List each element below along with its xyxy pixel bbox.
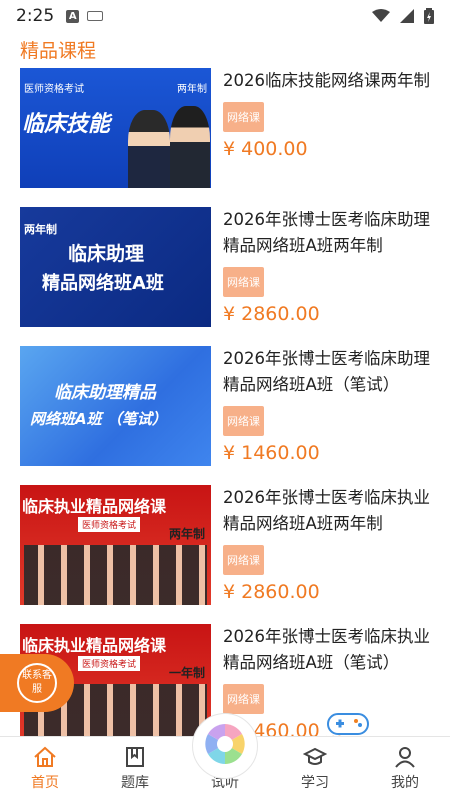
study-icon bbox=[303, 747, 327, 765]
course-title: 2026临床技能网络课两年制 bbox=[223, 71, 430, 90]
course-item[interactable]: 两年制 临床助理 精品网络班A班 2026年张博士医考临床助理精品网络班A班两年… bbox=[0, 207, 450, 346]
contact-service-label: 联系客服 bbox=[17, 663, 57, 703]
tab-label: 首页 bbox=[31, 775, 59, 791]
signal-icon bbox=[400, 9, 414, 23]
course-price: ¥ 1460.00 bbox=[223, 442, 320, 464]
tab-mine[interactable]: 我的 bbox=[360, 737, 450, 800]
aperture-icon bbox=[205, 724, 245, 764]
course-thumbnail: 临床执业精品网络课 医师资格考试 两年制 bbox=[20, 485, 211, 605]
user-icon bbox=[395, 747, 415, 768]
course-tag: 网络课 bbox=[223, 545, 264, 575]
a-icon: A bbox=[66, 9, 80, 23]
thumb-title: 临床执业精品网络课 bbox=[22, 497, 167, 516]
course-item[interactable]: 临床执业精品网络课 医师资格考试 两年制 2026年张博士医考临床执业精品网络班… bbox=[0, 485, 450, 624]
thumb-title: 临床技能 bbox=[22, 112, 111, 137]
course-tag: 网络课 bbox=[223, 684, 264, 714]
teachers-group-image bbox=[24, 545, 207, 605]
status-time: 2:25 bbox=[16, 6, 55, 26]
thumb-title: 临床助理 bbox=[68, 243, 145, 265]
course-price: ¥ 2860.00 bbox=[223, 303, 320, 325]
person-image bbox=[170, 106, 210, 188]
section-title: 精品课程 bbox=[20, 40, 97, 62]
tab-label: 我的 bbox=[391, 775, 419, 791]
home-icon bbox=[34, 746, 56, 767]
contact-service-button[interactable]: 联系客服 bbox=[0, 654, 74, 712]
course-price: ¥ 2860.00 bbox=[223, 581, 320, 603]
course-tag: 网络课 bbox=[223, 102, 264, 132]
tab-audition[interactable]: 试听 bbox=[180, 713, 270, 800]
bottom-tab-bar: 首页 题库 试听 学习 我的 bbox=[0, 713, 450, 800]
thumb-label: 医师资格考试 bbox=[24, 84, 84, 95]
course-price: ¥ 400.00 bbox=[223, 138, 308, 160]
battery-icon bbox=[424, 8, 434, 24]
thumb-label: 两年制 bbox=[168, 527, 205, 541]
thumb-label: 两年制 bbox=[177, 84, 207, 95]
tab-question-bank[interactable]: 题库 bbox=[90, 737, 180, 800]
course-title: 2026年张博士医考临床助理精品网络班A班两年制 bbox=[223, 210, 430, 255]
tab-home[interactable]: 首页 bbox=[0, 737, 90, 800]
course-title: 2026年张博士医考临床助理精品网络班A班（笔试） bbox=[223, 349, 430, 394]
thumb-title: 临床执业精品网络课 bbox=[22, 636, 167, 655]
tab-study[interactable]: 学习 bbox=[270, 737, 360, 800]
course-thumbnail: 临床助理精品 网络班A班 （笔试） bbox=[20, 346, 211, 466]
status-bar: 2:25 A bbox=[0, 0, 450, 32]
thumb-title: 临床助理精品 bbox=[54, 383, 156, 403]
person-image bbox=[128, 110, 170, 188]
course-thumbnail: 两年制 临床助理 精品网络班A班 bbox=[20, 207, 211, 327]
thumb-label: 一年制 bbox=[168, 666, 205, 680]
book-icon bbox=[126, 747, 144, 767]
course-item[interactable]: 医师资格考试 两年制 临床技能 2026临床技能网络课两年制 网络课 ¥ 400… bbox=[0, 68, 450, 207]
course-tag: 网络课 bbox=[223, 406, 264, 436]
thumb-title: 网络班A班 （笔试） bbox=[30, 410, 167, 428]
course-list: 医师资格考试 两年制 临床技能 2026临床技能网络课两年制 网络课 ¥ 400… bbox=[0, 68, 450, 763]
thumb-badge: 医师资格考试 bbox=[78, 517, 141, 532]
course-tag: 网络课 bbox=[223, 267, 264, 297]
course-title: 2026年张博士医考临床执业精品网络班A班两年制 bbox=[223, 488, 430, 533]
course-item[interactable]: 临床助理精品 网络班A班 （笔试） 2026年张博士医考临床助理精品网络班A班（… bbox=[0, 346, 450, 485]
course-thumbnail: 医师资格考试 两年制 临床技能 bbox=[20, 68, 211, 188]
course-title: 2026年张博士医考临床执业精品网络班A班（笔试） bbox=[223, 627, 430, 672]
thumb-label: 两年制 bbox=[24, 223, 57, 236]
aperture-button bbox=[192, 713, 258, 779]
tab-label: 题库 bbox=[121, 775, 149, 791]
keyboard-icon bbox=[87, 11, 104, 21]
tab-label: 学习 bbox=[301, 775, 329, 791]
wifi-icon bbox=[372, 9, 390, 22]
thumb-title: 精品网络班A班 bbox=[42, 273, 164, 294]
thumb-badge: 医师资格考试 bbox=[78, 656, 141, 671]
